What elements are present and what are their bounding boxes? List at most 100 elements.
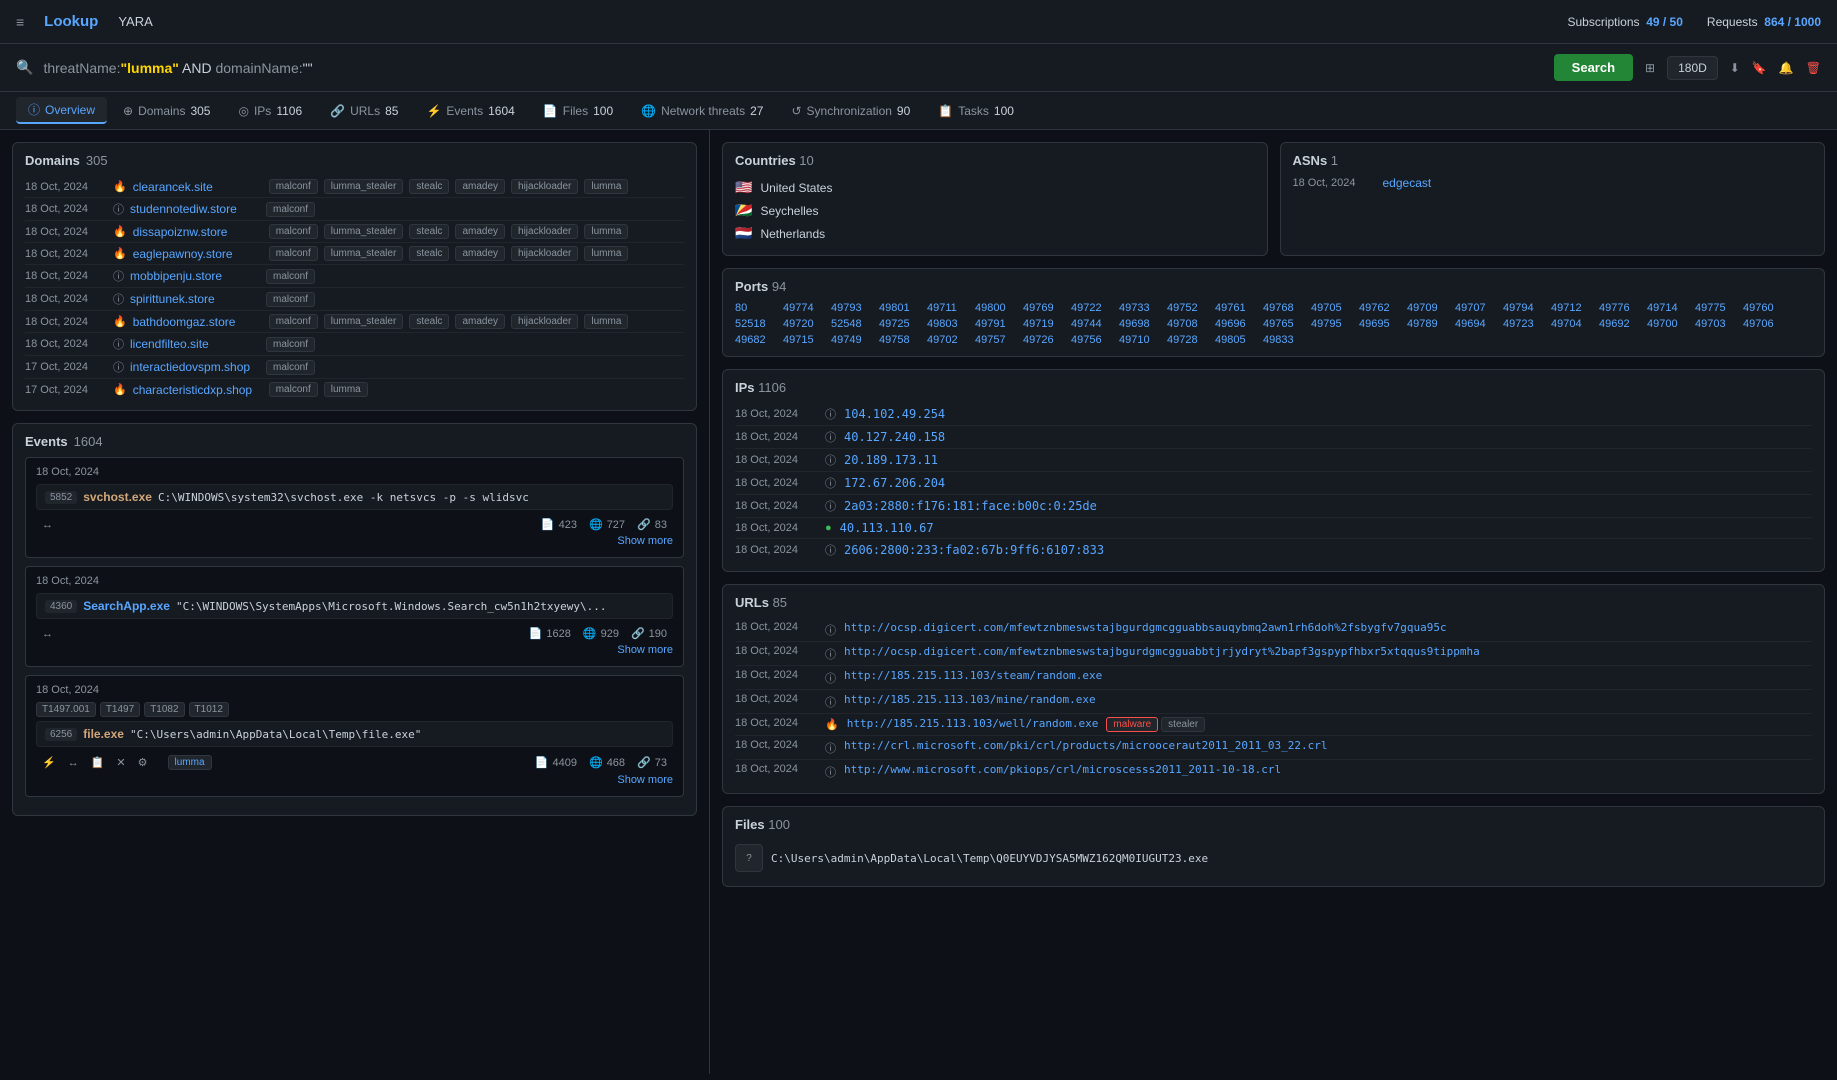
url-date: 18 Oct, 2024 <box>735 739 817 751</box>
ip-addr[interactable]: 40.127.240.158 <box>844 430 945 444</box>
download-icon[interactable]: ⬇ <box>1730 61 1740 75</box>
domain-row: 18 Oct, 2024 ⓘ spirittunek.store malconf <box>25 288 684 311</box>
list-icon[interactable]: ⊞ <box>1645 61 1655 75</box>
show-more-1[interactable]: Show more <box>36 533 673 549</box>
domain-name[interactable]: spirittunek.store <box>130 292 260 306</box>
bookmark-icon[interactable]: 🔖 <box>1752 61 1767 75</box>
tab-ips-count: 1106 <box>276 104 302 118</box>
tag: malconf <box>266 337 315 352</box>
domain-name[interactable]: studennotediw.store <box>130 202 260 216</box>
url-date: 18 Oct, 2024 <box>735 763 817 775</box>
tab-overview[interactable]: ⓘ Overview <box>16 97 107 124</box>
show-more-2[interactable]: Show more <box>36 642 673 658</box>
info-icon: ⓘ <box>113 359 124 375</box>
process-name-3[interactable]: file.exe <box>83 727 124 741</box>
tab-events[interactable]: ⚡ Events 1604 <box>414 100 526 122</box>
show-more-3[interactable]: Show more <box>36 772 673 788</box>
url-text[interactable]: http://crl.microsoft.com/pki/crl/product… <box>844 739 1327 752</box>
domain-name[interactable]: mobbipenju.store <box>130 269 260 283</box>
menu-icon[interactable]: ≡ <box>16 14 24 30</box>
ip-row: 18 Oct, 2024 ⓘ 172.67.206.204 <box>735 472 1812 495</box>
ip-row: 18 Oct, 2024 ⓘ 104.102.49.254 <box>735 403 1812 426</box>
domain-name[interactable]: dissapoiznw.store <box>133 225 263 239</box>
domain-name[interactable]: interactiedovspm.shop <box>130 360 260 374</box>
process-name-1[interactable]: svchost.exe <box>83 490 152 504</box>
bell-icon[interactable]: 🔔 <box>1779 61 1794 75</box>
process-name-2[interactable]: SearchApp.exe <box>83 599 170 613</box>
domain-name[interactable]: clearancek.site <box>133 180 263 194</box>
domain-date: 18 Oct, 2024 <box>25 293 107 305</box>
event-cmd-row-2: 4360 SearchApp.exe "C:\WINDOWS\SystemApp… <box>36 593 673 619</box>
port: 49775 <box>1695 302 1739 314</box>
ip-addr[interactable]: 2606:2800:233:fa02:67b:9ff6:6107:833 <box>844 543 1104 557</box>
tab-urls[interactable]: 🔗 URLs 85 <box>318 100 410 122</box>
tag: lumma_stealer <box>324 224 404 239</box>
asn-row: 18 Oct, 2024 edgecast <box>1293 176 1813 190</box>
ip-addr[interactable]: 172.67.206.204 <box>844 476 945 490</box>
tag: lumma <box>584 179 628 194</box>
url-text[interactable]: http://185.215.113.103/mine/random.exe <box>844 693 1096 706</box>
nav-yara[interactable]: YARA <box>118 14 152 29</box>
evt-icon-1: ⚡ <box>42 756 56 769</box>
domain-name[interactable]: characteristicdxp.shop <box>133 383 263 397</box>
tag: lumma <box>584 314 628 329</box>
top-navigation: ≡ Lookup YARA Subscriptions 49 / 50 Requ… <box>0 0 1837 44</box>
asns-count: 1 <box>1331 153 1338 168</box>
tab-domains[interactable]: ⊕ Domains 305 <box>111 100 222 122</box>
pid-badge-1: 5852 <box>45 491 77 504</box>
port: 49714 <box>1647 302 1691 314</box>
domain-row: 17 Oct, 2024 🔥 characteristicdxp.shop ma… <box>25 379 684 400</box>
domain-date: 18 Oct, 2024 <box>25 181 107 193</box>
info-icon: ⓘ <box>113 201 124 217</box>
domain-name[interactable]: bathdoomgaz.store <box>133 315 263 329</box>
tab-files-icon: 📄 <box>543 104 558 118</box>
requests-value: 864 / 1000 <box>1764 15 1821 29</box>
tag: malconf <box>266 202 315 217</box>
asns-section: ASNs 1 18 Oct, 2024 edgecast <box>1280 142 1826 256</box>
query-and: AND <box>179 60 216 76</box>
search-button[interactable]: Search <box>1554 54 1633 81</box>
domain-name[interactable]: licendfilteo.site <box>130 337 260 351</box>
search-query[interactable]: threatName:"lumma" AND domainName:"" <box>43 60 1543 76</box>
tab-synchronization[interactable]: ↺ Synchronization 90 <box>779 100 922 122</box>
ips-count: 1106 <box>758 380 786 395</box>
url-text[interactable]: http://185.215.113.103/steam/random.exe <box>844 669 1102 682</box>
url-text[interactable]: http://ocsp.digicert.com/mfewtznbmeswsta… <box>844 621 1447 634</box>
ip-addr[interactable]: 104.102.49.254 <box>844 407 945 421</box>
ip-addr[interactable]: 2a03:2880:f176:181:face:b00c:0:25de <box>844 499 1097 513</box>
tag: malconf <box>266 360 315 375</box>
tag: amadey <box>455 314 505 329</box>
tab-tasks[interactable]: 📋 Tasks 100 <box>926 100 1026 122</box>
port: 49702 <box>927 334 971 346</box>
arrow-icon-1: ↔ <box>42 519 53 531</box>
url-text[interactable]: http://185.215.113.103/well/random.exe <box>847 717 1099 730</box>
url-text[interactable]: http://ocsp.digicert.com/mfewtznbmeswsta… <box>844 645 1480 658</box>
port: 49696 <box>1215 318 1259 330</box>
net-icon-1: 🌐 <box>589 518 603 531</box>
time-badge[interactable]: 180D <box>1667 56 1718 80</box>
fire-icon: 🔥 <box>113 247 127 260</box>
tab-ips[interactable]: ◎ IPs 1106 <box>226 100 314 122</box>
event-cmd-row-1: 5852 svchost.exe C:\WINDOWS\system32\svc… <box>36 484 673 510</box>
events-count: 1604 <box>74 434 103 449</box>
nav-brand[interactable]: Lookup <box>44 13 98 30</box>
url-icon: ⓘ <box>825 694 836 710</box>
stat-net-val-1: 727 <box>607 519 625 531</box>
domains-count: 305 <box>86 153 108 168</box>
domain-name[interactable]: eaglepawnoy.store <box>133 247 263 261</box>
port: 49704 <box>1551 318 1595 330</box>
tab-network-threats[interactable]: 🌐 Network threats 27 <box>629 100 775 122</box>
file-icon-3: 📄 <box>535 756 549 769</box>
event-block-3: 18 Oct, 2024 T1497.001 T1497 T1082 T1012… <box>25 675 684 797</box>
tab-files[interactable]: 📄 Files 100 <box>531 100 625 122</box>
port: 49769 <box>1023 302 1067 314</box>
stat-link-val-3: 73 <box>655 757 667 769</box>
ip-green-icon: ● <box>825 522 832 534</box>
requests-label: Requests 864 / 1000 <box>1707 15 1821 29</box>
url-text[interactable]: http://www.microsoft.com/pkiops/crl/micr… <box>844 763 1281 776</box>
trash-icon[interactable]: 🗑 <box>1806 61 1821 75</box>
ip-addr[interactable]: 40.113.110.67 <box>840 521 934 535</box>
file-path[interactable]: C:\Users\admin\AppData\Local\Temp\Q0EUYV… <box>771 852 1208 865</box>
port: 49768 <box>1263 302 1307 314</box>
ip-addr[interactable]: 20.189.173.11 <box>844 453 938 467</box>
